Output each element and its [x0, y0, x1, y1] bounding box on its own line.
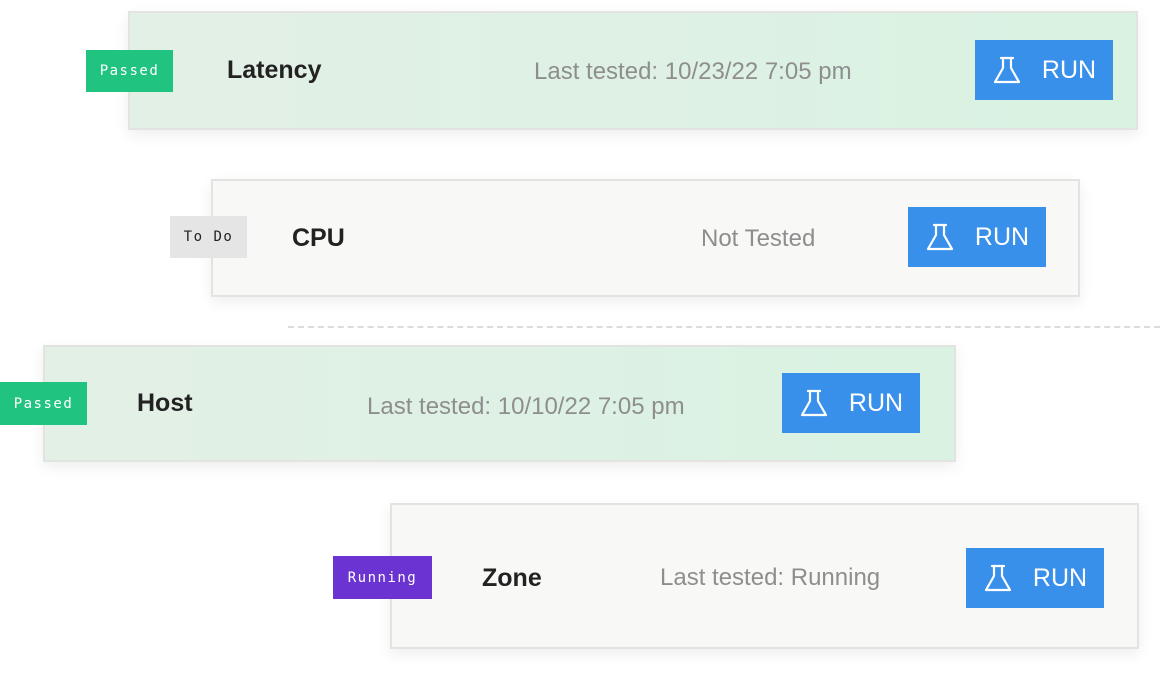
flask-icon [799, 388, 829, 418]
flask-icon [983, 563, 1013, 593]
run-button[interactable]: RUN [975, 40, 1113, 100]
status-badge: To Do [170, 216, 247, 258]
last-tested-text: Not Tested [701, 225, 816, 252]
run-button-label: RUN [1032, 563, 1088, 592]
status-badge: Running [333, 556, 432, 599]
test-name: CPU [292, 224, 345, 252]
flask-icon [992, 55, 1022, 85]
run-button-label: RUN [974, 222, 1030, 251]
last-tested-text: Last tested: 10/23/22 7:05 pm [534, 58, 852, 85]
run-button-label: RUN [848, 388, 904, 417]
last-tested-text: Last tested: Running [660, 564, 881, 591]
run-button[interactable]: RUN [966, 548, 1104, 608]
run-button[interactable]: RUN [908, 207, 1046, 267]
test-name: Zone [482, 564, 542, 592]
run-button[interactable]: RUN [782, 373, 920, 433]
last-tested-text: Last tested: 10/10/22 7:05 pm [367, 393, 685, 420]
run-button-label: RUN [1041, 55, 1097, 84]
flask-icon [925, 222, 955, 252]
status-badge: Passed [0, 382, 87, 425]
test-name: Host [137, 389, 193, 417]
test-name: Latency [227, 56, 322, 84]
section-divider [288, 326, 1160, 328]
status-badge: Passed [86, 50, 173, 92]
